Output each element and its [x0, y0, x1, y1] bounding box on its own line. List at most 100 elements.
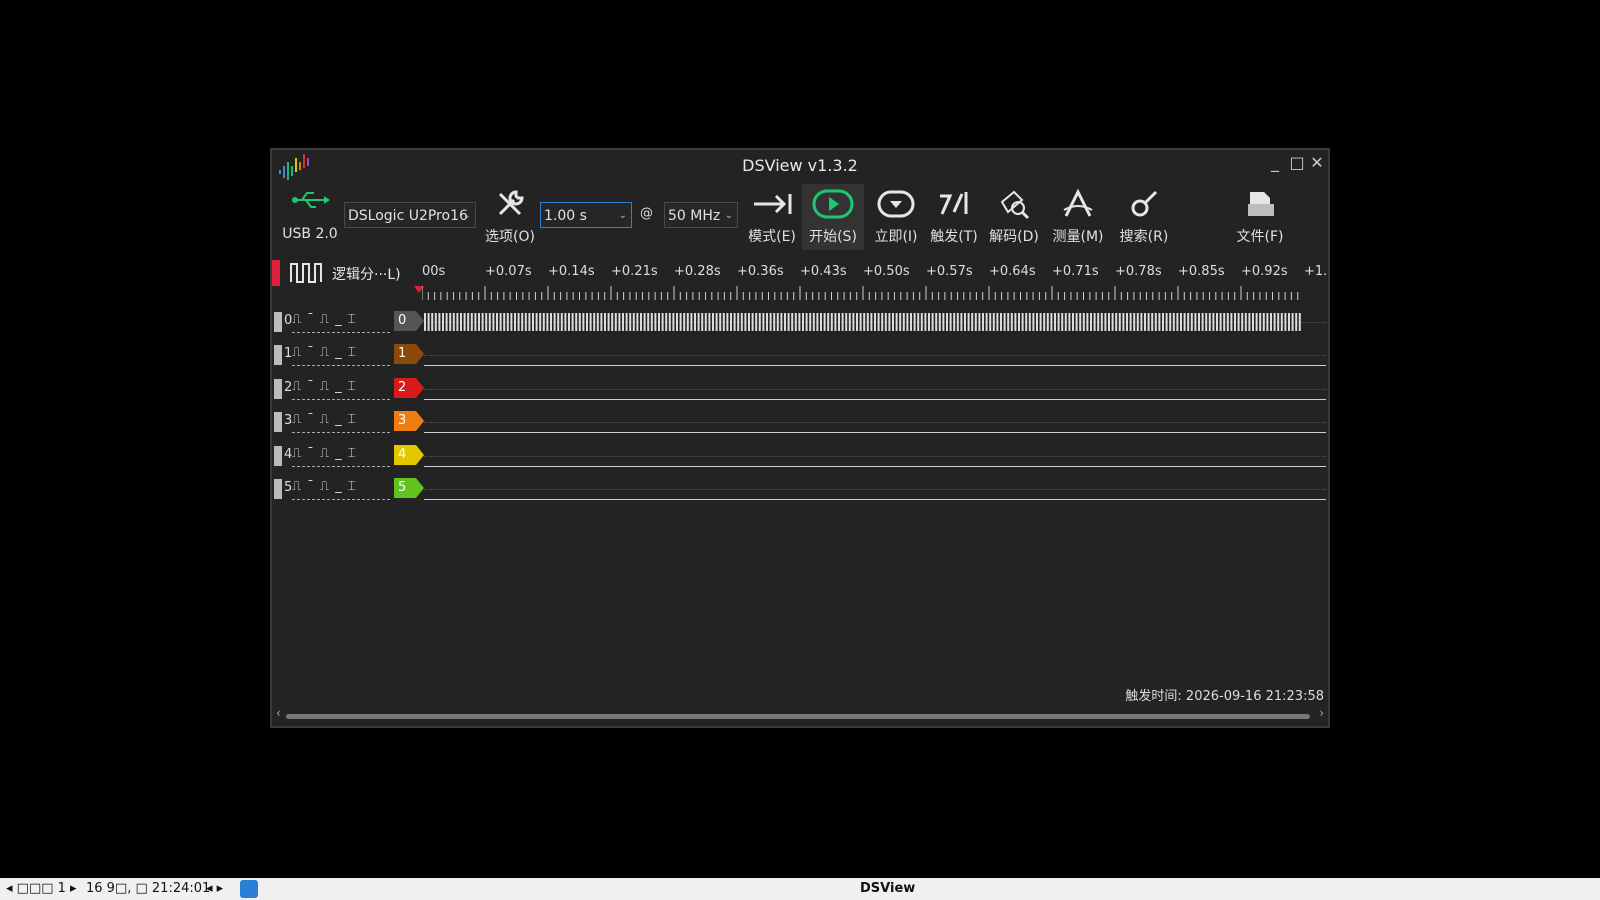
tick-label: +0.50s: [863, 264, 910, 279]
channel-tag[interactable]: 5: [394, 478, 424, 498]
tick-label: +0.57s: [926, 264, 973, 279]
tick-label: +0.14s: [548, 264, 595, 279]
file-button[interactable]: 文件(F): [1232, 184, 1288, 250]
workspace-switcher[interactable]: ◂ □□□ 1 ▸: [6, 881, 77, 896]
channel-grid: [424, 388, 1326, 390]
compass-icon: [1063, 188, 1093, 217]
channel-tag[interactable]: 3: [394, 411, 424, 432]
ruler-tick-marks: [422, 286, 1299, 300]
channel-waveform: [424, 465, 1326, 467]
channel-grid: [424, 455, 1326, 457]
taskbar-clock: 16 9□, □ 21:24:01: [86, 881, 211, 896]
trigger-time: 触发时间: 2026-09-16 21:23:58: [1125, 689, 1324, 704]
taskbar: ◂ □□□ 1 ▸ 16 9□, □ 21:24:01 ◂ ▸ DSView: [0, 878, 1600, 900]
tick-label: +0.21s: [611, 264, 658, 279]
channel-row[interactable]: 4 ⎍ ¯ ⎍ _ ⌶ 4: [272, 444, 1328, 472]
tick-label: +0.07s: [485, 264, 532, 279]
toolbar: USB 2.0 DSLogic U2Pro16 ⌄ 选项(O) 1.00 s ⌄…: [272, 184, 1328, 256]
trigger-button[interactable]: 触发(T): [926, 184, 982, 250]
scrollbar-thumb[interactable]: [286, 714, 1310, 719]
arrow-to-bar-icon: [754, 194, 792, 214]
trigger-icon: [940, 192, 968, 215]
search-label: 搜索(R): [1119, 229, 1169, 245]
channel-row[interactable]: 1 ⎍ ¯ ⎍ _ ⌶ 1: [272, 343, 1328, 371]
channel-grid: [424, 355, 1326, 357]
duration-select[interactable]: 1.00 s ⌄: [540, 202, 632, 228]
wrench-icon: [498, 190, 524, 216]
usb-icon: [292, 192, 330, 208]
channel-waveform: [424, 499, 1326, 500]
tick-label: +0.43s: [800, 264, 847, 279]
decode-button[interactable]: 解码(D): [986, 184, 1042, 250]
channel-tag[interactable]: 1: [394, 344, 424, 365]
channel-trigger-icons[interactable]: ⎍ ¯ ⎍ _ ⌶: [292, 412, 390, 434]
horizontal-scrollbar[interactable]: ‹ ›: [276, 706, 1324, 722]
scroll-right-icon[interactable]: ›: [1319, 706, 1324, 720]
measure-label: 测量(M): [1052, 229, 1104, 245]
options-button[interactable]: 选项(O): [482, 184, 538, 250]
channel-grid: [424, 489, 1326, 490]
chevron-down-icon: ⌄: [724, 210, 733, 221]
channel-waveform: [424, 432, 1326, 434]
usb-label: USB 2.0: [282, 226, 338, 242]
search-icon: [1131, 190, 1158, 217]
time-ruler[interactable]: 逻辑分···L) 00s +0.07s +0.14s +0.21s +0.28s +0.3…: [272, 258, 1328, 304]
dsview-app-icon[interactable]: [240, 880, 258, 898]
channel-tag[interactable]: 2: [394, 377, 424, 398]
tick-label: +0.64s: [989, 264, 1036, 279]
channel-grid: [424, 422, 1326, 424]
channel-tag[interactable]: 4: [394, 444, 424, 465]
instant-capture-icon: [877, 190, 915, 218]
play-icon: [812, 189, 854, 219]
channel-trigger-icons[interactable]: ⎍ ¯ ⎍ _ ⌶: [292, 312, 390, 333]
tick-label: +0.85s: [1178, 264, 1225, 279]
channel-trigger-icons[interactable]: ⎍ ¯ ⎍ _ ⌶: [292, 345, 390, 367]
channel-handle[interactable]: [274, 479, 282, 499]
channel-handle[interactable]: [274, 445, 282, 466]
file-label: 文件(F): [1236, 229, 1284, 245]
decode-icon: [1000, 190, 1030, 220]
tick-label: +0.28s: [674, 264, 721, 279]
channel-waveform: [424, 365, 1326, 367]
scroll-left-icon[interactable]: ‹: [276, 706, 281, 720]
tick-label: +0.36s: [737, 264, 784, 279]
channel-trigger-icons[interactable]: ⎍ ¯ ⎍ _ ⌶: [292, 379, 390, 400]
channel-handle[interactable]: [274, 378, 282, 399]
start-button[interactable]: 开始(S): [802, 184, 864, 250]
channel-waveform: [424, 313, 1301, 331]
channel-handle[interactable]: [274, 312, 282, 332]
tick-label: +1.0: [1304, 264, 1328, 279]
tick-label: 00s: [422, 264, 446, 279]
device-value: DSLogic U2Pro16: [348, 208, 468, 224]
at-sign: @: [640, 206, 653, 221]
samplerate-select[interactable]: 50 MHz ⌄: [664, 202, 738, 228]
channel-tag[interactable]: 0: [394, 311, 424, 331]
tick-label: +0.92s: [1241, 264, 1288, 279]
tick-label: +0.78s: [1115, 264, 1162, 279]
channel-row[interactable]: 5 ⎍ ¯ ⎍ _ ⌶ 5: [272, 477, 1328, 505]
options-label: 选项(O): [485, 229, 535, 245]
channel-trigger-icons[interactable]: ⎍ ¯ ⎍ _ ⌶: [292, 479, 390, 500]
minimize-button[interactable]: _: [1266, 154, 1284, 172]
device-select[interactable]: DSLogic U2Pro16 ⌄: [344, 202, 476, 228]
channel-waveform: [424, 398, 1326, 400]
channel-trigger-icons[interactable]: ⎍ ¯ ⎍ _ ⌶: [292, 446, 390, 467]
channel-row[interactable]: 3 ⎍ ¯ ⎍ _ ⌶ 3: [272, 410, 1328, 438]
channel-row[interactable]: 2 ⎍ ¯ ⎍ _ ⌶ 2: [272, 377, 1328, 405]
taskbar-app-title[interactable]: DSView: [860, 881, 915, 896]
chevron-down-icon: ⌄: [618, 210, 627, 221]
channel-handle[interactable]: [274, 345, 282, 366]
search-button[interactable]: 搜索(R): [1116, 184, 1172, 250]
channel-handle[interactable]: [274, 412, 282, 433]
channel-row[interactable]: 0 ⎍ ¯ ⎍ _ ⌶ 0: [272, 310, 1328, 338]
window-title: DSView v1.3.2: [742, 156, 858, 175]
ruler-tick-labels: 00s +0.07s +0.14s +0.21s +0.28s +0.36s +0.43s +…: [272, 258, 1328, 284]
duration-value: 1.00 s: [544, 208, 587, 224]
taskbar-nav[interactable]: ◂ ▸: [206, 881, 223, 896]
measure-button[interactable]: 测量(M): [1050, 184, 1106, 250]
usb-status: USB 2.0: [280, 184, 340, 250]
maximize-button[interactable]: □: [1288, 154, 1306, 172]
close-button[interactable]: ✕: [1308, 154, 1326, 172]
chevron-down-icon: ⌄: [462, 210, 471, 221]
title-bar[interactable]: DSView v1.3.2 _ □ ✕: [272, 150, 1328, 180]
